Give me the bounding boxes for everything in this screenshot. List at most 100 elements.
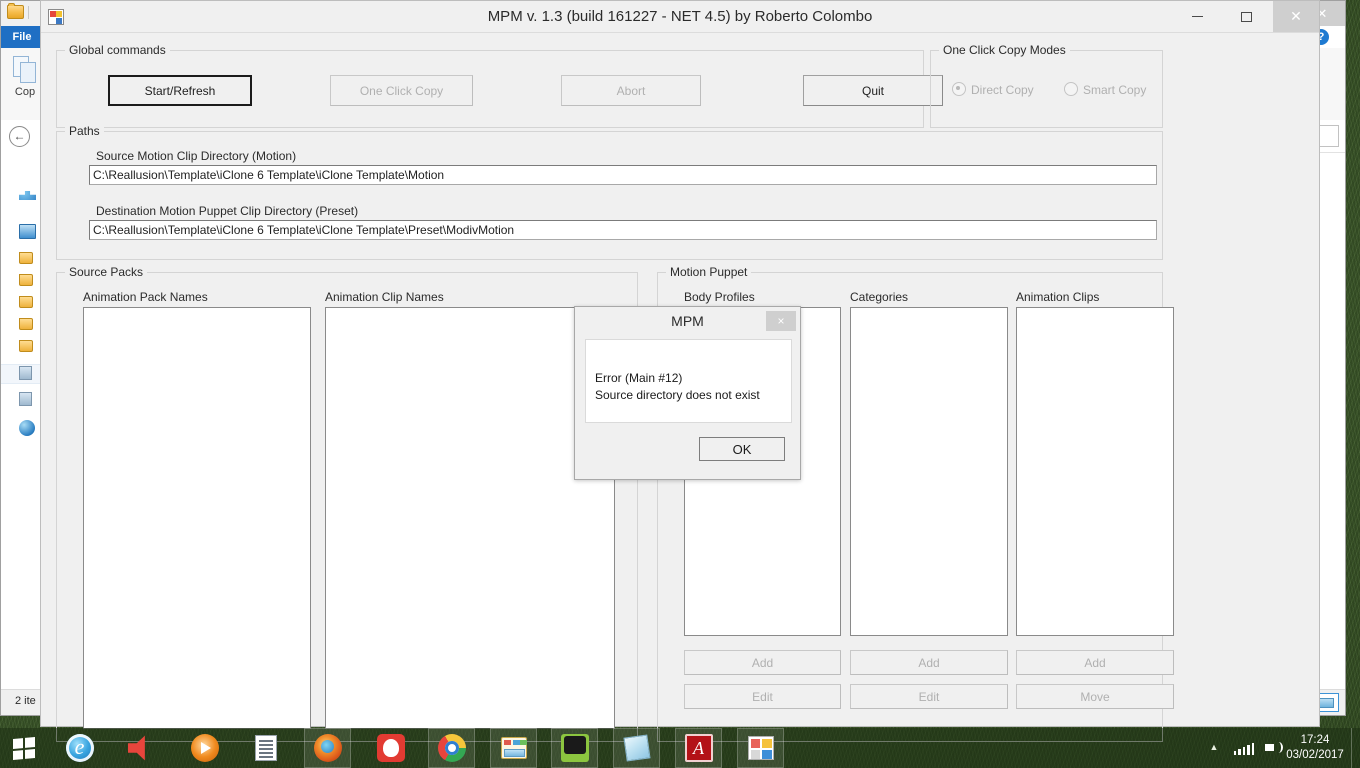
network-signal-icon[interactable] xyxy=(1234,741,1255,755)
firefox-icon xyxy=(313,734,342,762)
nav-item-folder-1[interactable] xyxy=(19,252,41,270)
status-item-count: 2 ite xyxy=(15,695,36,707)
show-hidden-icons-icon[interactable]: ▲ xyxy=(1208,742,1220,752)
nav-item-network-globe[interactable] xyxy=(19,420,41,438)
nav-item-network[interactable] xyxy=(19,188,41,206)
radio-direct-copy: Direct Copy xyxy=(952,82,1034,97)
taskbar-item-document-reader[interactable] xyxy=(242,728,289,768)
taskbar-item-volume-media[interactable] xyxy=(118,728,165,768)
taskbar-item-notes[interactable] xyxy=(613,728,660,768)
motion-puppet-legend: Motion Puppet xyxy=(666,265,752,279)
animation-clips-move-button: Move xyxy=(1016,684,1174,709)
radio-smart-copy: Smart Copy xyxy=(1064,82,1146,97)
start-button[interactable] xyxy=(0,728,48,768)
taskbar-item-acrobat[interactable] xyxy=(675,728,722,768)
dialog-ok-button[interactable]: OK xyxy=(699,437,785,461)
dialog-titlebar[interactable]: MPM × xyxy=(575,307,800,335)
maximize-button[interactable] xyxy=(1224,1,1270,32)
folder-icon xyxy=(19,318,33,330)
destination-directory-input[interactable] xyxy=(89,220,1157,240)
source-directory-label: Source Motion Clip Directory (Motion) xyxy=(96,149,297,163)
explorer-navigation-pane[interactable] xyxy=(1,152,45,689)
error-dialog[interactable]: MPM × Error (Main #12) Source directory … xyxy=(574,306,801,480)
acrobat-icon xyxy=(684,734,713,762)
tab-file[interactable]: File xyxy=(1,26,43,48)
categories-add-button: Add xyxy=(850,650,1008,675)
paths-group: Paths Source Motion Clip Directory (Moti… xyxy=(56,124,1163,260)
dialog-close-icon[interactable]: × xyxy=(766,311,796,331)
one-click-copy-button: One Click Copy xyxy=(330,75,473,106)
taskbar-item-vlc[interactable] xyxy=(181,728,228,768)
disk-icon xyxy=(19,366,32,380)
window-title: MPM v. 1.3 (build 161227 - NET 4.5) by R… xyxy=(487,8,873,25)
taskbar-item-chrome[interactable] xyxy=(428,728,475,768)
source-packs-legend: Source Packs xyxy=(65,265,148,279)
animation-pack-names-listbox[interactable] xyxy=(83,307,311,729)
taskbar-item-internet-explorer[interactable] xyxy=(56,728,103,768)
body-profiles-label: Body Profiles xyxy=(684,290,755,304)
window-controls: ✕ xyxy=(1174,1,1319,32)
back-arrow-icon[interactable]: ← xyxy=(9,126,30,147)
volume-icon[interactable] xyxy=(1265,740,1283,755)
minimize-button[interactable] xyxy=(1174,1,1220,32)
taskbar-item-video-editor[interactable] xyxy=(551,728,598,768)
quit-button[interactable]: Quit xyxy=(803,75,943,106)
categories-label: Categories xyxy=(850,290,909,304)
animation-clips-add-button: Add xyxy=(1016,650,1174,675)
taskbar-item-firefox[interactable] xyxy=(304,728,351,768)
speaker-icon xyxy=(127,735,145,761)
copy-icon xyxy=(13,56,37,84)
nav-item-local-disk[interactable] xyxy=(19,366,41,384)
dialog-body: Error (Main #12) Source directory does n… xyxy=(585,339,792,423)
paths-legend: Paths xyxy=(65,124,104,138)
folder-icon xyxy=(19,252,33,264)
taskbar: ▲ 17:24 03/02/2017 xyxy=(0,728,1360,768)
titlebar-divider xyxy=(28,6,29,19)
mpm-titlebar[interactable]: MPM v. 1.3 (build 161227 - NET 4.5) by R… xyxy=(41,1,1319,32)
body-profiles-edit-button: Edit xyxy=(684,684,841,709)
globe-icon xyxy=(19,420,35,436)
nav-item-folder-5[interactable] xyxy=(19,340,41,358)
disk-icon xyxy=(19,392,32,406)
animation-pack-names-label: Animation Pack Names xyxy=(83,290,208,304)
show-desktop-button[interactable] xyxy=(1351,728,1360,768)
mpm-icon xyxy=(747,736,774,760)
clock-time: 17:24 xyxy=(1300,734,1330,746)
one-click-copy-modes-legend: One Click Copy Modes xyxy=(939,43,1070,57)
taskbar-item-mpm[interactable] xyxy=(737,728,784,768)
categories-edit-button: Edit xyxy=(850,684,1008,709)
nav-item-this-pc[interactable] xyxy=(19,224,41,242)
gimp-icon xyxy=(376,734,405,762)
radio-smart-copy-label: Smart Copy xyxy=(1083,83,1147,97)
categories-listbox[interactable] xyxy=(850,307,1008,636)
dialog-message: Error (Main #12) Source directory does n… xyxy=(595,371,760,402)
animation-clip-names-label: Animation Clip Names xyxy=(325,290,444,304)
animation-clip-names-listbox[interactable] xyxy=(325,307,615,729)
computer-icon xyxy=(19,224,36,239)
folder-icon xyxy=(19,296,33,308)
source-directory-input[interactable] xyxy=(89,165,1157,185)
radio-dot-icon xyxy=(952,82,966,96)
animation-clips-listbox[interactable] xyxy=(1016,307,1174,636)
body-profiles-add-button: Add xyxy=(684,650,841,675)
global-commands-group: Global commands Start/Refresh One Click … xyxy=(56,43,943,128)
vlc-icon xyxy=(190,734,219,762)
folder-icon xyxy=(19,340,33,352)
clock[interactable]: 17:24 03/02/2017 xyxy=(1286,733,1344,763)
video-editor-icon xyxy=(560,734,589,762)
taskbar-item-gimp[interactable] xyxy=(367,728,414,768)
nav-item-drive[interactable] xyxy=(19,392,41,410)
taskbar-item-file-explorer[interactable] xyxy=(490,728,537,768)
nav-item-folder-3[interactable] xyxy=(19,296,41,314)
windows-logo-icon xyxy=(13,736,35,760)
radio-dot-icon xyxy=(1064,82,1078,96)
nav-item-folder-2[interactable] xyxy=(19,274,41,292)
network-icon xyxy=(19,191,36,200)
notes-icon xyxy=(622,734,651,762)
start-refresh-button[interactable]: Start/Refresh xyxy=(108,75,252,106)
nav-item-folder-4[interactable] xyxy=(19,318,41,336)
close-button[interactable]: ✕ xyxy=(1273,1,1319,32)
animation-clips-label: Animation Clips xyxy=(1016,290,1100,304)
folder-icon xyxy=(19,274,33,286)
global-commands-legend: Global commands xyxy=(65,43,170,57)
